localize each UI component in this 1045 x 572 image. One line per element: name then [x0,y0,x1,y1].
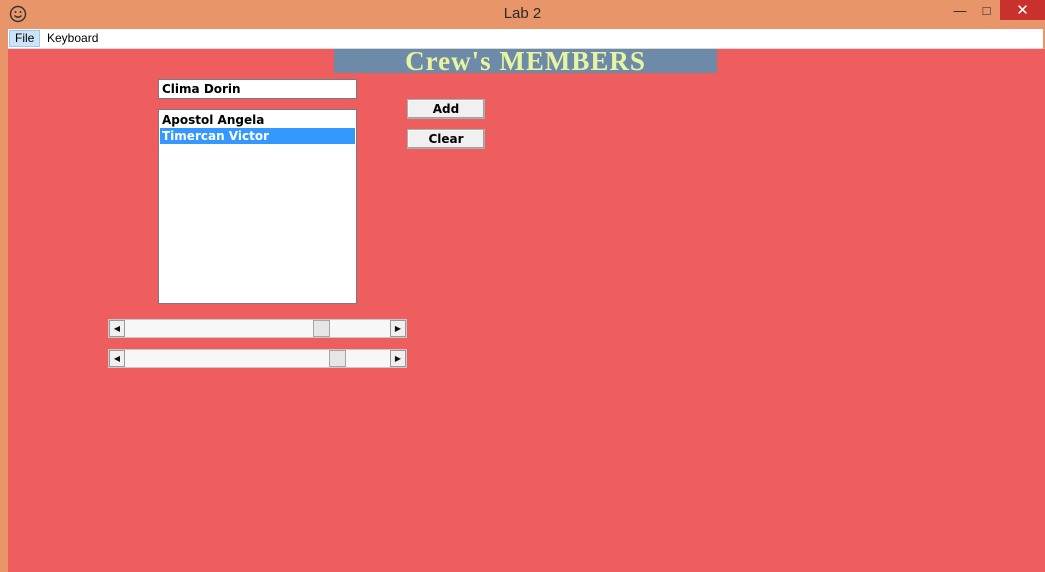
menu-keyboard[interactable]: Keyboard [42,30,103,47]
scrollbar-thumb[interactable] [329,350,346,367]
window-title: Lab 2 [503,5,542,22]
horizontal-scrollbar-1[interactable]: ◀ ▶ [108,319,407,338]
clear-button[interactable]: Clear [407,129,485,149]
close-button[interactable]: ✕ [1000,0,1045,20]
member-name-input[interactable]: Clima Dorin [158,79,357,99]
scrollbar-thumb[interactable] [313,320,331,337]
add-button[interactable]: Add [407,99,485,119]
title-bar: Lab 2 — □ ✕ [0,0,1045,29]
minimize-button[interactable]: — [947,0,973,20]
list-item-selected[interactable]: Timercan Victor [160,128,355,144]
list-item[interactable]: Apostol Angela [160,112,355,128]
scrollbar-track[interactable] [125,320,390,337]
scroll-left-arrow-icon[interactable]: ◀ [109,350,125,367]
members-listbox[interactable]: Apostol Angela Timercan Victor [158,109,357,304]
client-area: Crew's MEMBERS Clima Dorin Apostol Angel… [8,49,1045,572]
crew-members-banner: Crew's MEMBERS [334,49,717,73]
horizontal-scrollbar-2[interactable]: ◀ ▶ [108,349,407,368]
menu-file[interactable]: File [9,30,41,47]
maximize-icon: □ [982,2,991,18]
menu-bar: File Keyboard [8,29,1043,49]
window-left-border [0,49,8,572]
maximize-button[interactable]: □ [973,0,1000,20]
scroll-left-arrow-icon[interactable]: ◀ [109,320,125,337]
scroll-right-arrow-icon[interactable]: ▶ [390,320,406,337]
minimize-icon: — [953,2,967,18]
close-icon: ✕ [1016,2,1029,19]
scroll-right-arrow-icon[interactable]: ▶ [390,350,406,367]
scrollbar-track[interactable] [125,350,390,367]
